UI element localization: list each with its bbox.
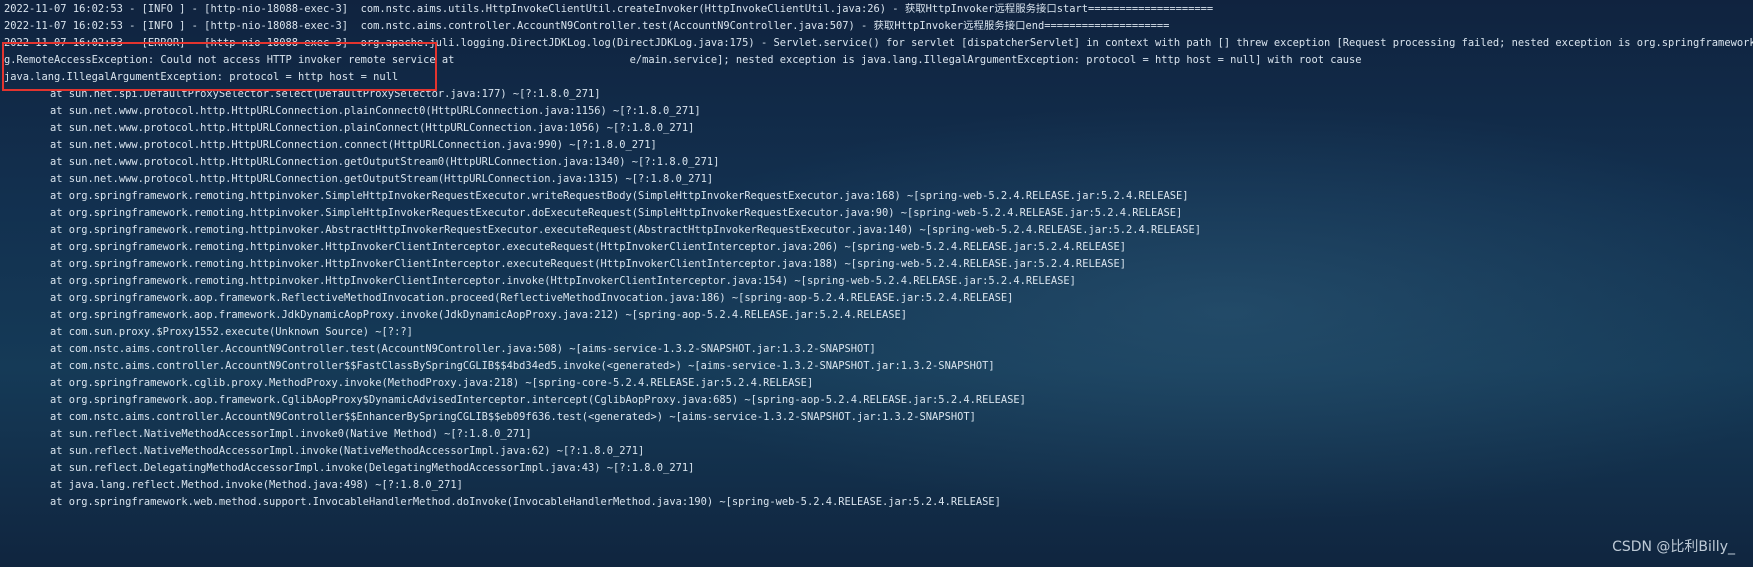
stack-trace-line: at org.springframework.remoting.httpinvo… (50, 224, 1202, 236)
stack-trace-line: at org.springframework.remoting.httpinvo… (50, 190, 1189, 202)
csdn-watermark: CSDN @比利Billy_ (1612, 539, 1735, 555)
stack-trace-line: at sun.reflect.NativeMethodAccessorImpl.… (50, 428, 532, 440)
stack-trace-line: at sun.net.www.protocol.http.HttpURLConn… (50, 156, 720, 168)
stack-trace-line: at org.springframework.aop.framework.Ref… (50, 292, 1014, 304)
log-line: 2022-11-07 16:02:53 - [INFO ] - [http-ni… (4, 20, 1170, 32)
stack-trace-line: at org.springframework.remoting.httpinvo… (50, 258, 1126, 270)
stack-trace-line: at org.springframework.remoting.httpinvo… (50, 241, 1126, 253)
stack-trace-line: at sun.net.www.protocol.http.HttpURLConn… (50, 173, 714, 185)
stack-trace-line: at org.springframework.remoting.httpinvo… (50, 207, 1183, 219)
stack-trace-line: at sun.reflect.DelegatingMethodAccessorI… (50, 462, 695, 474)
stack-trace-line: at com.nstc.aims.controller.AccountN9Con… (50, 360, 995, 372)
stack-trace-line: at org.springframework.remoting.httpinvo… (50, 275, 1076, 287)
stack-trace-line: at com.nstc.aims.controller.AccountN9Con… (50, 343, 876, 355)
stack-trace-line: at sun.net.www.protocol.http.HttpURLConn… (50, 139, 657, 151)
stack-trace-line: at org.springframework.cglib.proxy.Metho… (50, 377, 814, 389)
log-line: 2022-11-07 16:02:53 - [INFO ] - [http-ni… (4, 3, 1214, 15)
stack-trace-line: at com.nstc.aims.controller.AccountN9Con… (50, 411, 976, 423)
stack-trace-line: at org.springframework.web.method.suppor… (50, 496, 1001, 508)
stack-trace-line: at sun.net.www.protocol.http.HttpURLConn… (50, 122, 695, 134)
stack-trace-line: at com.sun.proxy.$Proxy1552.execute(Unkn… (50, 326, 413, 338)
stack-trace-line: at sun.net.www.protocol.http.HttpURLConn… (50, 105, 701, 117)
stack-trace-line: at org.springframework.aop.framework.Cgl… (50, 394, 1026, 406)
stack-trace-line: at java.lang.reflect.Method.invoke(Metho… (50, 479, 463, 491)
stack-trace-line: at sun.reflect.NativeMethodAccessorImpl.… (50, 445, 645, 457)
stack-trace-line: at org.springframework.aop.framework.Jdk… (50, 309, 908, 321)
error-highlight-box (2, 42, 437, 91)
